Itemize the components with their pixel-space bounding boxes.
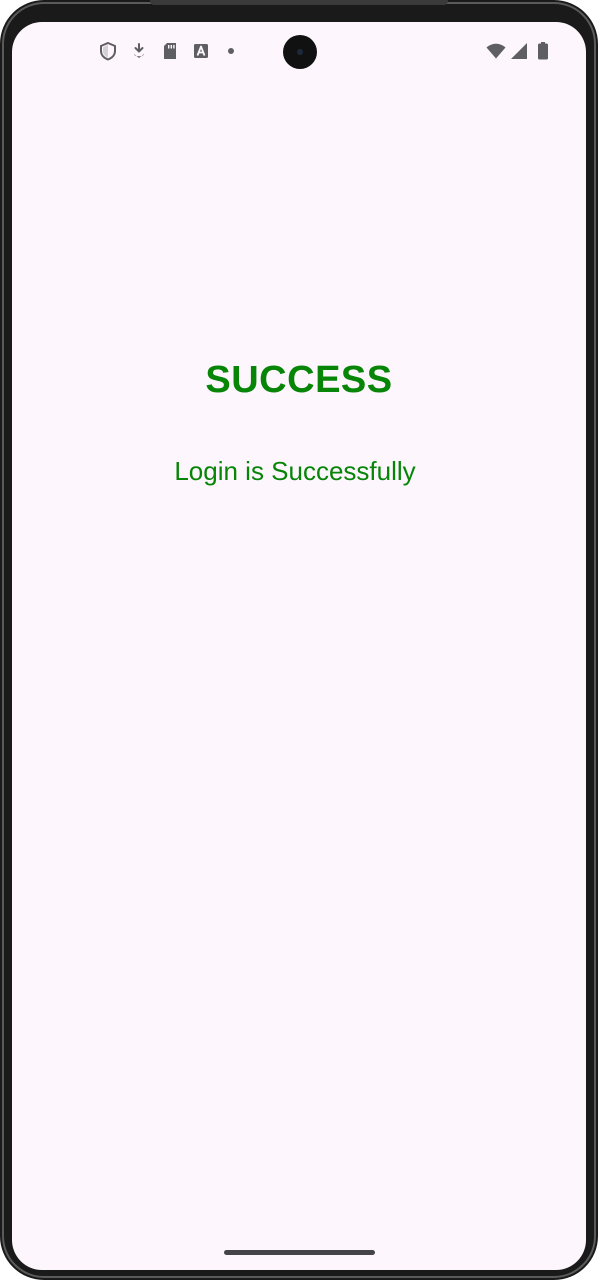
notification-dot-icon [228, 48, 234, 54]
wifi-icon [486, 43, 506, 59]
battery-icon [538, 42, 548, 60]
login-success-message: Login is Successfully [174, 456, 416, 486]
home-gesture-bar[interactable] [224, 1250, 375, 1255]
camera-lens [297, 49, 303, 55]
phone-top-bezel [150, 0, 448, 5]
phone-frame: SUCCESS Login is Successfully [0, 0, 598, 1280]
success-title: SUCCESS [205, 359, 393, 401]
cell-signal-icon [511, 43, 527, 59]
status-bar [12, 22, 586, 80]
sd-card-icon [164, 43, 176, 59]
download-arrow-icon [134, 43, 144, 58]
font-a-icon [194, 44, 208, 58]
app-screen: SUCCESS Login is Successfully [12, 22, 586, 1270]
front-camera [283, 35, 317, 69]
shield-icon [100, 41, 116, 61]
